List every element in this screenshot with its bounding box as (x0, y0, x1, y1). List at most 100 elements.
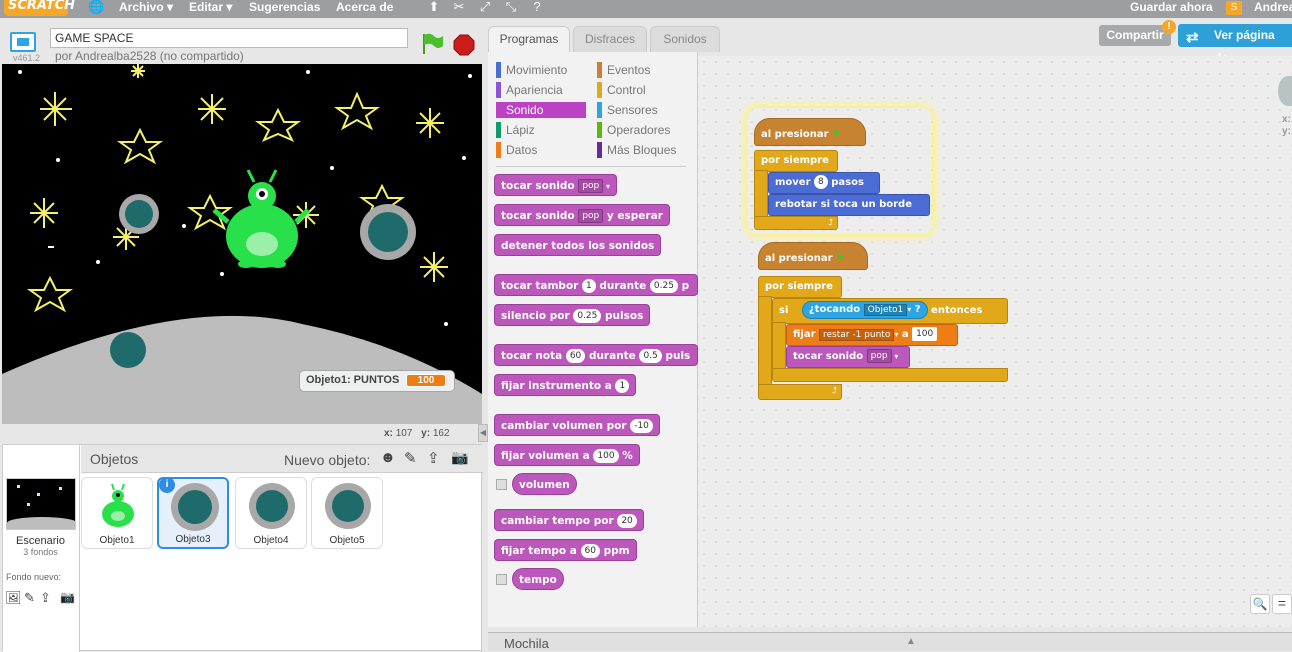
volume-input[interactable]: 100 (593, 449, 619, 463)
fullscreen-icon[interactable] (10, 32, 36, 52)
block-set-instrument[interactable]: fijar instrumento a 1 (494, 374, 637, 396)
cat-data[interactable]: Datos (496, 142, 537, 158)
sound-dropdown[interactable]: pop (578, 179, 604, 193)
tab-sounds[interactable]: Sonidos (650, 26, 720, 52)
cat-looks[interactable]: Apariencia (496, 82, 563, 98)
backdrop-upload-icon[interactable]: ⇪ (40, 590, 51, 606)
menu-about[interactable]: Acerca de (336, 0, 393, 14)
green-flag-icon[interactable] (420, 32, 446, 56)
sprite-thumb-objeto5[interactable]: Objeto5 (311, 477, 383, 549)
cut-icon[interactable]: ✂ (452, 0, 466, 14)
block-volume-reporter[interactable]: volumen (512, 473, 577, 495)
touching-dropdown[interactable]: Objeto1 (863, 304, 908, 316)
variable-monitor[interactable]: Objeto1: PUNTOS 100 (299, 370, 455, 392)
project-title-input[interactable]: GAME SPACE (50, 28, 408, 48)
menu-tips[interactable]: Sugerencias (249, 0, 320, 14)
block-set-volume[interactable]: fijar volumen a 100 % (494, 444, 640, 466)
zoom-reset-button[interactable]: = (1272, 594, 1292, 614)
zoom-out-button[interactable]: 🔍 (1250, 594, 1270, 614)
sprite-library-icon[interactable]: ☻ (380, 449, 396, 466)
tempo-input[interactable]: 60 (580, 544, 600, 558)
cat-sound[interactable]: Sonido (496, 102, 586, 118)
stage-thumbnail[interactable] (6, 478, 76, 530)
cat-sensing[interactable]: Sensores (597, 102, 658, 118)
project-page-icon: ⇄ (1186, 29, 1199, 46)
cat-events[interactable]: Eventos (597, 62, 650, 78)
grow-icon[interactable]: ⤢ (478, 0, 492, 14)
block-tempo-reporter[interactable]: tempo (512, 568, 564, 590)
block-bounce-on-edge[interactable]: rebotar si toca un borde (768, 194, 930, 216)
see-project-page-button[interactable]: ⇄ Ver página de (1178, 24, 1292, 65)
backpack-toggle-icon[interactable]: ▲ (906, 636, 916, 647)
block-rest[interactable]: silencio por 0.25 pulsos (494, 304, 651, 326)
stop-icon[interactable] (453, 34, 475, 56)
sprite-upload-icon[interactable]: ⇪ (427, 449, 440, 467)
variable-dropdown[interactable]: restar -1 punto (819, 329, 895, 341)
sprite-thumb-objeto3[interactable]: i Objeto3 (157, 477, 229, 549)
block-set-variable[interactable]: fijar restar -1 punto ▾ a 100 (786, 324, 958, 346)
beats-input[interactable]: 0.25 (573, 309, 602, 323)
block-change-volume[interactable]: cambiar volumen por -10 (494, 414, 660, 436)
scratch-logo[interactable]: SCRATCH (4, 0, 75, 16)
drum-input[interactable]: 1 (582, 279, 596, 293)
volume-monitor-checkbox[interactable] (496, 479, 507, 490)
note-input[interactable]: 60 (565, 349, 586, 363)
block-text: detener todos los sonidos (501, 240, 655, 252)
volume-input[interactable]: -10 (630, 419, 653, 433)
block-forever[interactable]: por siempre (758, 276, 842, 298)
sound-dropdown[interactable]: pop (866, 349, 892, 363)
tab-scripts[interactable]: Programas (488, 26, 570, 53)
mystuff-icon[interactable]: S (1226, 1, 1242, 15)
menu-edit[interactable]: Editar ▾ (189, 0, 232, 14)
sprite-thumb-objeto1[interactable]: Objeto1 (81, 477, 153, 549)
save-now[interactable]: Guardar ahora (1130, 0, 1213, 14)
instrument-input[interactable]: 1 (615, 379, 630, 393)
cat-operators[interactable]: Operadores (597, 122, 670, 138)
steps-input[interactable]: 8 (814, 175, 828, 189)
share-button[interactable]: Compartir (1099, 25, 1171, 46)
beats-input[interactable]: 0.5 (639, 349, 662, 363)
block-play-sound[interactable]: tocar sonido pop ▾ (786, 346, 910, 368)
collapse-stage-handle[interactable]: ◀ (478, 424, 488, 442)
help-icon[interactable]: ? (530, 0, 544, 14)
block-text: pasos (831, 177, 864, 188)
globe-icon[interactable]: 🌐 (88, 0, 104, 14)
beats-input[interactable]: 0.25 (649, 279, 678, 293)
block-move-steps[interactable]: mover 8 pasos (768, 172, 880, 194)
sprite-paint-icon[interactable]: ✎ (404, 449, 417, 467)
block-text: fijar tempo a (501, 545, 577, 557)
shrink-icon[interactable]: ⤡ (504, 0, 518, 14)
value-input[interactable]: 100 (912, 327, 938, 341)
tab-costumes[interactable]: Disfraces (573, 26, 647, 52)
scripts-area[interactable]: al presionar ⚑ por siempre ⮥ mover 8 pas… (698, 56, 1292, 627)
menu-file[interactable]: Archivo ▾ (119, 0, 173, 14)
block-stop-all-sounds[interactable]: detener todos los sonidos (494, 234, 662, 256)
block-play-drum[interactable]: tocar tambor 1 durante 0.25 p (494, 274, 698, 296)
backpack-bar[interactable]: Mochila ▲ (488, 632, 1292, 651)
cat-pen[interactable]: Lápiz (496, 122, 535, 138)
sprite-camera-icon[interactable]: 📷 (451, 449, 468, 466)
tempo-monitor-checkbox[interactable] (496, 574, 507, 585)
hat-when-flag-clicked[interactable]: al presionar ⚑ (758, 242, 868, 270)
cat-control[interactable]: Control (597, 82, 646, 98)
block-forever[interactable]: por siempre (754, 150, 838, 172)
sound-dropdown[interactable]: pop (578, 209, 604, 223)
backdrop-paint-icon[interactable]: ✎ (24, 590, 35, 606)
block-set-tempo[interactable]: fijar tempo a 60 ppm (494, 539, 637, 561)
block-if-then[interactable]: si ¿tocando Objeto1 ▾ ? entonces (772, 298, 1008, 324)
block-touching[interactable]: ¿tocando Objeto1 ▾ ? (801, 301, 928, 319)
duplicate-icon[interactable]: ⬆ (427, 0, 441, 14)
cat-motion[interactable]: Movimiento (496, 62, 567, 78)
block-play-sound-wait[interactable]: tocar sonido pop y esperar (494, 204, 670, 226)
block-change-tempo[interactable]: cambiar tempo por 20 (494, 509, 644, 531)
stage-canvas[interactable]: Objeto1: PUNTOS 100 (2, 64, 482, 424)
block-play-sound[interactable]: tocar sonido pop ▾ (494, 174, 618, 196)
backdrop-library-icon[interactable]: 🖼 (5, 590, 22, 606)
hat-when-flag-clicked[interactable]: al presionar ⚑ (754, 118, 866, 146)
cat-more-blocks[interactable]: Más Bloques (597, 142, 676, 158)
sprite-thumb-objeto4[interactable]: Objeto4 (235, 477, 307, 549)
backdrop-camera-icon[interactable]: 📷 (60, 590, 75, 604)
tempo-input[interactable]: 20 (617, 514, 637, 528)
user-name[interactable]: Andrea (1254, 0, 1292, 14)
block-play-note[interactable]: tocar nota 60 durante 0.5 puls (494, 344, 698, 366)
